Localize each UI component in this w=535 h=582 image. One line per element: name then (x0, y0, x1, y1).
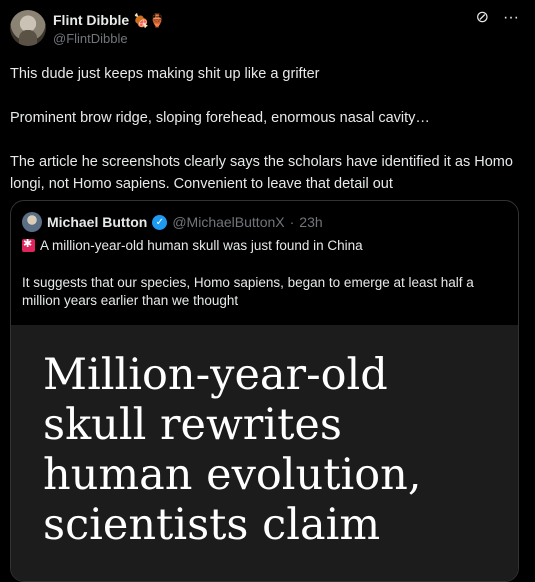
quote-image[interactable]: Million-year-old skull rewrites human ev… (11, 325, 518, 581)
quote-body: It suggests that our species, Homo sapie… (22, 275, 474, 308)
siren-icon (22, 237, 35, 252)
more-icon[interactable]: ··· (503, 10, 519, 26)
quote-header: Michael Button ✓ @MichaelButtonX · 23h (22, 212, 323, 232)
tweet: Flint Dibble 🍖🏺 @FlintDibble ⊘ ··· This … (0, 0, 535, 582)
quote-author-avatar[interactable] (22, 212, 42, 232)
quote-timestamp[interactable]: 23h (299, 214, 322, 230)
quote-line1-text: A million-year-old human skull was just … (40, 238, 363, 253)
author-avatar[interactable] (10, 10, 46, 46)
tweet-text-line: The article he screenshots clearly says … (10, 154, 513, 192)
quote-author-name[interactable]: Michael Button (47, 214, 147, 230)
quoted-tweet[interactable]: Michael Button ✓ @MichaelButtonX · 23h A… (10, 200, 519, 582)
quote-author-handle: @MichaelButtonX (172, 214, 285, 230)
verified-badge-icon: ✓ (152, 214, 168, 230)
grok-icon[interactable]: ⊘ (476, 10, 489, 26)
tweet-text-line: This dude just keeps making shit up like… (10, 66, 320, 82)
quote-separator: · (289, 214, 295, 230)
author-handle[interactable]: @FlintDibble (53, 31, 128, 46)
tweet-text: This dude just keeps making shit up like… (10, 63, 525, 195)
quote-first-line: A million-year-old human skull was just … (22, 237, 363, 253)
author-name-row: Flint Dibble 🍖🏺 (53, 11, 166, 29)
author-emojis: 🍖🏺 (133, 12, 166, 28)
tweet-text-line: Prominent brow ridge, sloping forehead, … (10, 110, 430, 126)
tweet-actions: ⊘ ··· (476, 10, 519, 26)
author-name[interactable]: Flint Dibble (53, 12, 129, 28)
image-headline: Million-year-old skull rewrites human ev… (43, 350, 422, 550)
